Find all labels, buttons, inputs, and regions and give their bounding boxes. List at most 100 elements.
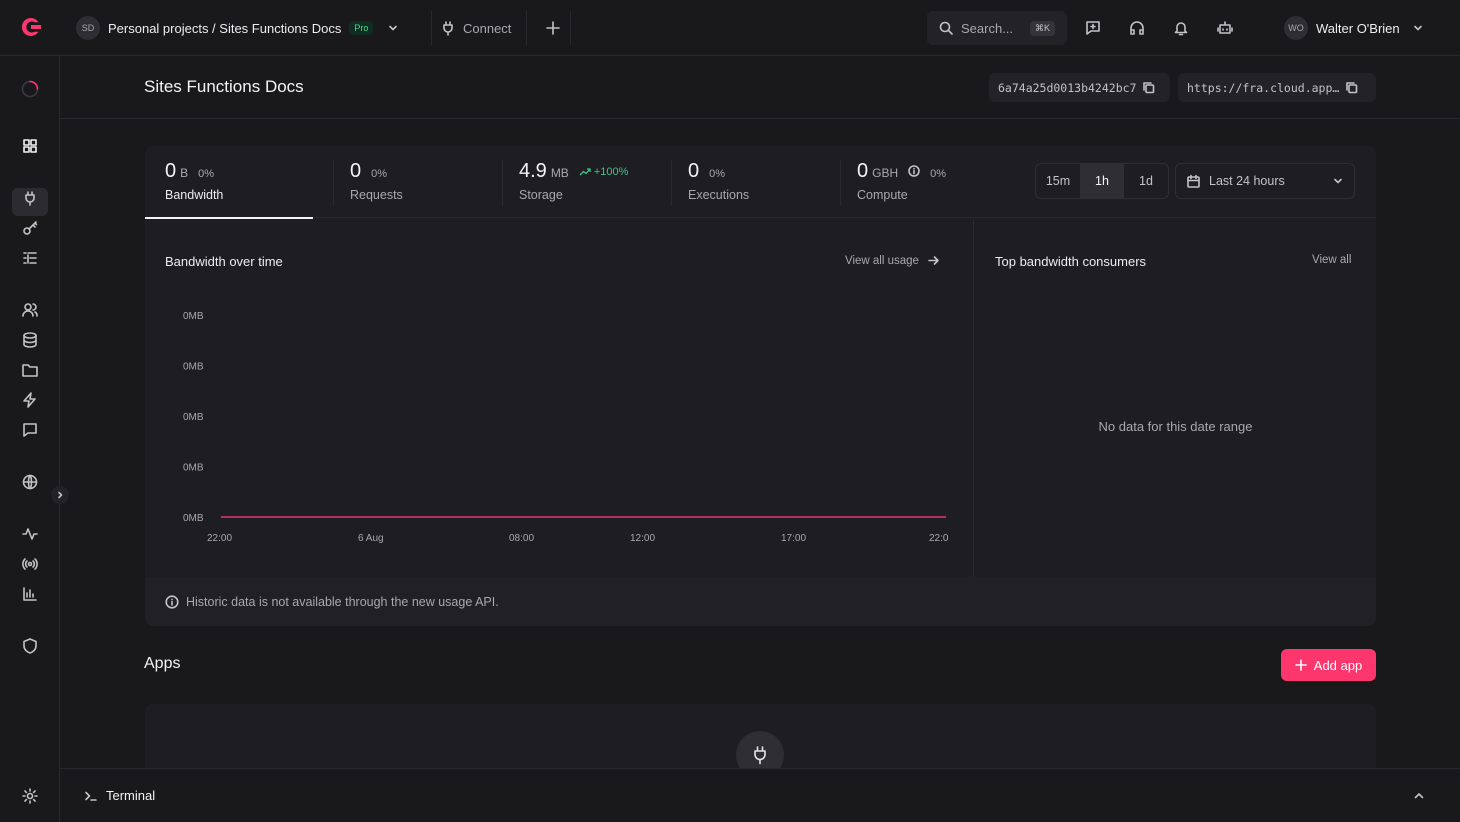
connect-button[interactable]: Connect — [440, 16, 511, 40]
sidebar-item-auth[interactable] — [21, 301, 39, 319]
x-tick-label: 12:00 — [630, 533, 655, 544]
chevron-up-icon[interactable] — [1412, 789, 1426, 803]
metric-change: +100% — [593, 166, 629, 178]
x-tick-label: 6 Aug — [358, 533, 384, 544]
search-shortcut: ⌘K — [1029, 20, 1055, 36]
trend-up-icon — [579, 168, 591, 176]
connect-label: Connect — [463, 20, 512, 36]
sidebar-expand-button[interactable] — [51, 486, 69, 504]
metric-trend: +100% — [579, 166, 629, 178]
divider — [570, 11, 571, 45]
plan-badge: Pro — [349, 21, 374, 35]
x-tick-label: 22:00 — [207, 533, 232, 544]
copy-icon[interactable] — [1142, 81, 1155, 94]
sidebar-item-functions[interactable] — [21, 391, 39, 409]
project-avatar: SD — [76, 16, 100, 40]
add-app-button[interactable]: Add app — [1281, 649, 1376, 681]
plug-icon — [440, 20, 456, 36]
bandwidth-chart-panel: Bandwidth over time View all usage 0MB 0M… — [145, 219, 974, 577]
y-tick-label: 0MB — [183, 362, 204, 373]
metric-unit: GBH — [872, 166, 899, 180]
headset-icon[interactable] — [1128, 19, 1146, 37]
user-name: Walter O'Brien — [1316, 20, 1400, 36]
bell-icon[interactable] — [1172, 19, 1190, 37]
terminal-toggle[interactable]: Terminal — [84, 788, 155, 803]
settings-gear-icon[interactable] — [21, 787, 39, 805]
historic-data-note: Historic data is not available through t… — [145, 577, 1376, 626]
info-icon — [165, 594, 179, 609]
metric-label: Bandwidth — [165, 188, 224, 202]
project-selector[interactable]: SD Personal projects / Sites Functions D… — [76, 16, 399, 40]
divider — [431, 11, 432, 45]
metric-value: 4.9 — [519, 160, 547, 182]
y-tick-label: 0MB — [183, 412, 204, 423]
appwrite-logo-icon[interactable] — [18, 16, 42, 38]
sidebar-item-databases[interactable] — [21, 331, 39, 349]
loading-spinner-icon — [21, 80, 39, 98]
bandwidth-line-chart: 0MB0MB0MB0MB0MB22:00 6 Aug 08:00 12:00 17:00… — [183, 311, 949, 544]
x-tick-label: 17:00 — [781, 533, 806, 544]
sidebar-item-security[interactable] — [21, 637, 39, 655]
metric-compute-tab[interactable]: 0 GBH 0% Compute — [837, 146, 1006, 218]
sidebar-item-platforms[interactable] — [21, 189, 39, 207]
calendar-icon — [1186, 174, 1201, 189]
usage-card: 0 B 0% Bandwidth 0 0% Requests 4.9 MB +100% S… — [145, 146, 1376, 626]
feedback-icon[interactable] — [1084, 19, 1102, 37]
sidebar-item-realtime[interactable] — [21, 555, 39, 573]
x-tick-label: 22:0 — [929, 533, 949, 544]
info-icon[interactable] — [908, 165, 920, 177]
copy-icon[interactable] — [1345, 81, 1358, 94]
view-all-consumers-link[interactable]: View all — [1312, 254, 1351, 266]
range-15m-button[interactable]: 15m — [1036, 164, 1080, 198]
metric-change: 0% — [709, 168, 726, 180]
metric-change: 0% — [371, 168, 388, 180]
x-tick-label: 08:00 — [509, 533, 534, 544]
search-input[interactable]: Search... ⌘K — [927, 11, 1067, 45]
metric-value: 0 — [165, 160, 177, 182]
metric-value: 0 — [688, 160, 700, 182]
y-tick-label: 0MB — [183, 463, 204, 474]
user-menu[interactable]: WO Walter O'Brien — [1284, 16, 1424, 40]
add-plus-icon[interactable] — [544, 19, 562, 37]
metric-value: 0 — [350, 160, 362, 182]
chevron-down-icon — [1412, 22, 1424, 34]
assistant-bot-icon[interactable] — [1216, 19, 1234, 37]
sidebar-item-usage[interactable] — [21, 585, 39, 603]
metric-label: Executions — [688, 188, 750, 202]
sidebar-item-sites[interactable] — [21, 473, 39, 491]
top-consumers-panel: Top bandwidth consumers View all No data… — [975, 219, 1376, 577]
time-range-toggle: 15m 1h 1d — [1035, 163, 1169, 199]
add-app-label: Add app — [1313, 657, 1363, 673]
y-tick-label: 0MB — [183, 513, 204, 524]
sidebar-item-api-keys[interactable] — [21, 219, 39, 237]
metric-requests-tab[interactable]: 0 0% Requests — [330, 146, 499, 218]
range-1d-button[interactable]: 1d — [1124, 164, 1168, 198]
project-id: 6a74a25d0013b4242bc7 — [998, 80, 1137, 95]
sidebar-item-messaging[interactable] — [21, 421, 39, 439]
metric-label: Requests — [350, 188, 403, 202]
metric-bandwidth-tab[interactable]: 0 B 0% Bandwidth — [145, 146, 314, 219]
chevron-down-icon — [387, 22, 399, 34]
metric-change: 0% — [930, 168, 947, 180]
sidebar-item-overview[interactable] — [21, 137, 39, 155]
endpoint-copy[interactable]: https://fra.cloud.app… — [1178, 73, 1376, 102]
divider — [526, 11, 527, 45]
sidebar-item-activity[interactable] — [21, 525, 39, 543]
sidebar-item-list[interactable] — [21, 249, 39, 267]
plus-icon — [1294, 659, 1307, 671]
terminal-bar[interactable]: Terminal — [60, 768, 1460, 822]
apps-heading: Apps — [144, 655, 181, 672]
range-1h-button[interactable]: 1h — [1080, 164, 1124, 198]
metric-executions-tab[interactable]: 0 0% Executions — [668, 146, 837, 218]
top-bar: SD Personal projects / Sites Functions D… — [0, 0, 1460, 56]
date-range-select[interactable]: Last 24 hours — [1175, 163, 1355, 199]
view-all-label: View all — [1312, 254, 1352, 266]
project-id-copy[interactable]: 6a74a25d0013b4242bc7 — [989, 73, 1170, 102]
search-placeholder: Search... — [961, 20, 1014, 36]
terminal-label: Terminal — [106, 788, 156, 803]
user-avatar: WO — [1284, 16, 1308, 40]
metric-value: 0 — [857, 160, 869, 182]
sidebar-item-storage[interactable] — [21, 361, 39, 379]
metric-storage-tab[interactable]: 4.9 MB +100% Storage — [499, 146, 668, 218]
metric-change: 0% — [198, 168, 215, 180]
